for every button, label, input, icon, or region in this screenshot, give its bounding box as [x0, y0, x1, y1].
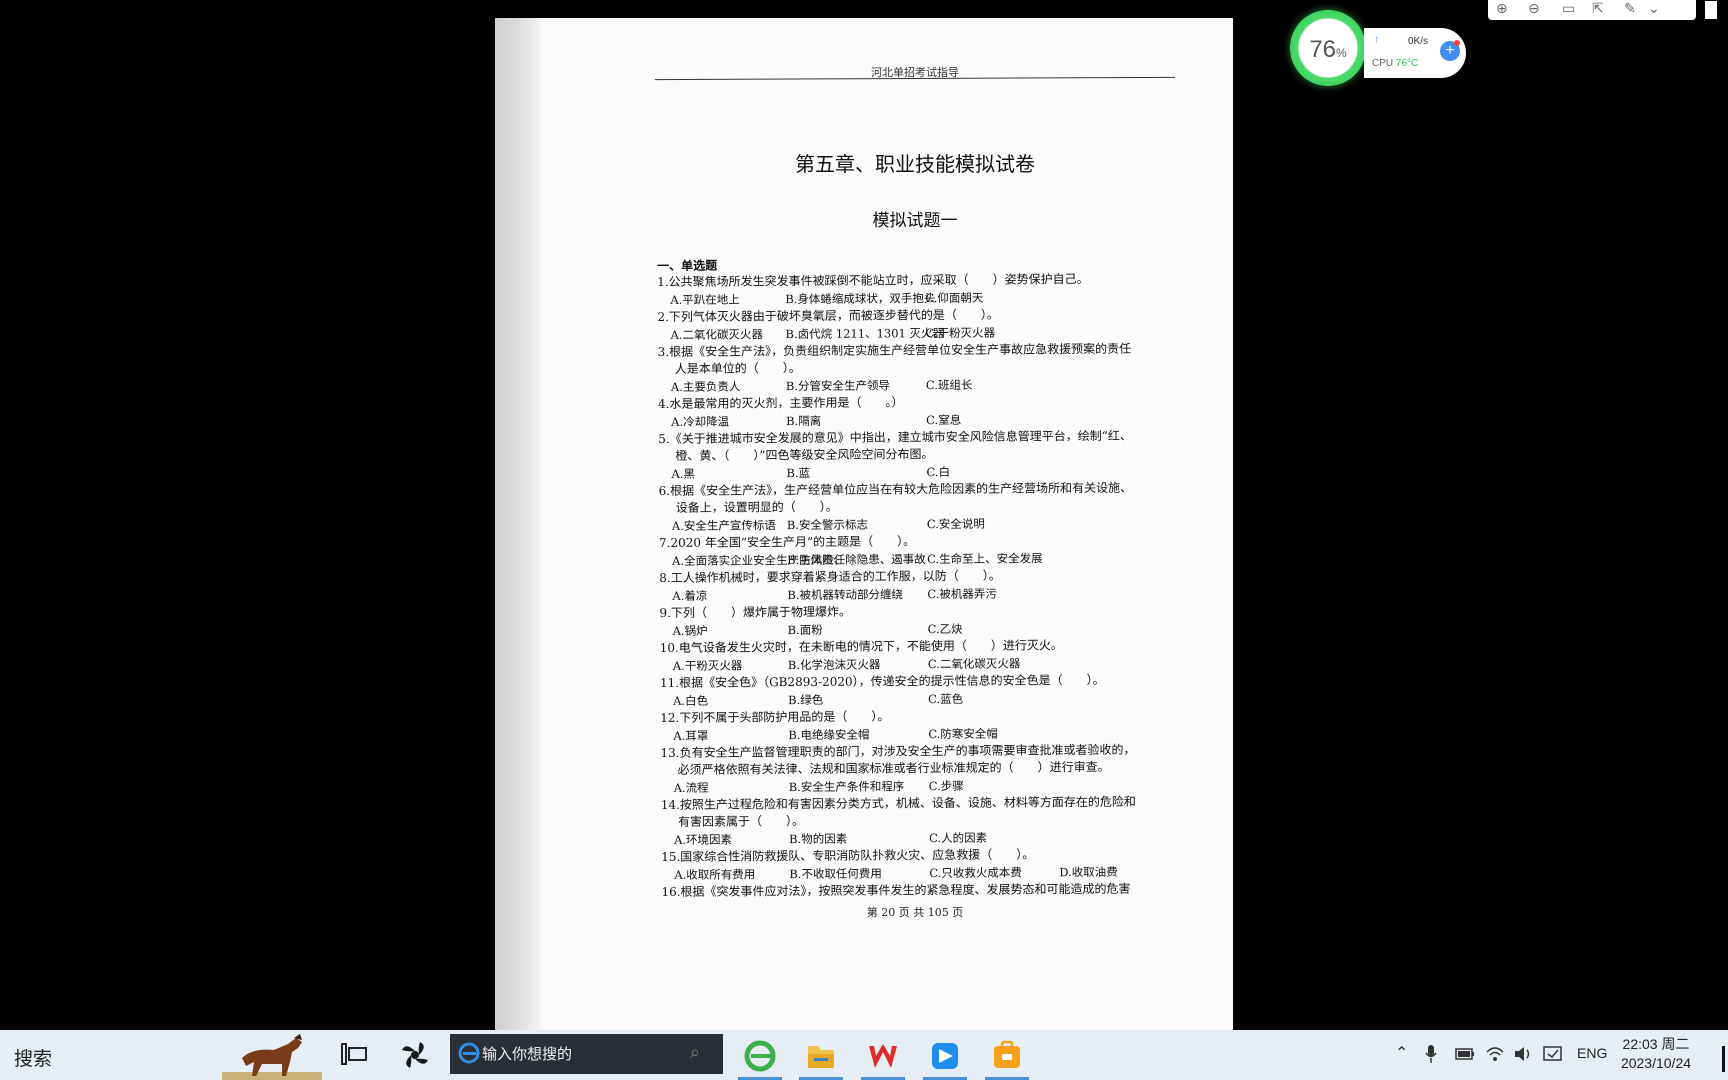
- network-speed: 0K/s: [1408, 36, 1429, 47]
- answer-option: B.物的因素: [789, 831, 848, 847]
- viewer-toolbar: ⊕ ⊖ ▭ ⇱ ✎ ⌄: [1488, 0, 1696, 20]
- cpu-gauge[interactable]: 76%: [1290, 10, 1366, 86]
- answer-option: B.电绝缘安全帽: [788, 727, 870, 743]
- clock-time: 22:03 周二: [1622, 1036, 1690, 1052]
- answer-option: B.卤代烷 1211、1301 灭火器: [785, 325, 945, 342]
- notification-dot: [1454, 40, 1460, 46]
- cpu-usage-value: 76%: [1309, 36, 1347, 63]
- page-footer: 第 20 页 共 105 页: [866, 906, 964, 919]
- fit-page-icon[interactable]: ▭: [1562, 1, 1575, 17]
- answer-option: A.白色: [673, 693, 709, 708]
- battery-icon[interactable]: [1455, 1047, 1475, 1061]
- clock-date: 2023/10/24: [1620, 1055, 1692, 1071]
- chevron-down-icon[interactable]: ⌄: [1648, 1, 1660, 17]
- answer-option: A.着凉: [672, 588, 708, 603]
- answer-option: C.班组长: [925, 377, 973, 393]
- taskbar-app-browser[interactable]: [738, 1036, 782, 1080]
- annotate-pen-icon[interactable]: ✎: [1624, 1, 1636, 17]
- system-clock[interactable]: 22:03 周二 2023/10/24: [1612, 1035, 1700, 1073]
- taskbar-app-feishu[interactable]: [923, 1036, 967, 1080]
- show-desktop-button[interactable]: [1722, 1046, 1725, 1072]
- answer-option: C.窒息: [926, 412, 962, 428]
- answer-option: C.二氧化碳灭火器: [927, 656, 1021, 672]
- answer-option: B.安全生产条件和程序: [788, 779, 905, 795]
- answer-option: C.安全说明: [926, 516, 985, 532]
- answer-option: C.人的因素: [929, 830, 988, 846]
- taskbar-app-store[interactable]: [985, 1036, 1029, 1080]
- store-bag-icon: [994, 1040, 1020, 1068]
- answer-option: B.隔离: [786, 413, 822, 429]
- answer-option: A.锅炉: [672, 623, 708, 638]
- answer-option: C.步骤: [928, 778, 964, 794]
- answer-option: C.乙炔: [927, 621, 963, 637]
- answer-option: A.干粉灭火器: [672, 658, 743, 673]
- taskbar-app-wps[interactable]: [861, 1036, 905, 1080]
- question-list: 一、单选题 1.公共聚焦场所发生突发事件被踩倒不能站立时，应采取（ ）姿势保护自…: [657, 254, 1201, 901]
- answer-option: B.防风险、除隐患、遏事故: [787, 552, 926, 568]
- blue-app-icon: [932, 1043, 958, 1069]
- answer-option: A.平趴在地上: [670, 292, 740, 307]
- answer-option: A.主要负责人: [670, 379, 741, 394]
- answer-option: B.化学泡沫灭火器: [787, 657, 881, 673]
- mouse-cursor-icon: [1704, 0, 1718, 20]
- zoom-out-icon[interactable]: ⊖: [1528, 1, 1540, 17]
- answer-option: B.安全警示标志: [786, 517, 869, 533]
- answer-option: C.生命至上、安全发展: [927, 551, 1043, 567]
- zoom-in-icon[interactable]: ⊕: [1496, 1, 1508, 17]
- answer-option: C.干粉灭火器: [925, 325, 996, 341]
- document-page: 河北单招考试指导 第五章、职业技能模拟试卷 模拟试题一 一、单选题 1.公共聚焦…: [495, 18, 1233, 1030]
- taskbar-search-input[interactable]: 输入你想搜的 ⌕: [450, 1034, 723, 1074]
- question-stem: 16.根据《突发事件应对法》，按照突发事件发生的紧急程度、发展势态和可能造成的危…: [661, 881, 1131, 899]
- answer-option: B.不收取任何费用: [789, 866, 882, 882]
- chapter-title: 第五章、职业技能模拟试卷: [795, 152, 1035, 176]
- answer-option: A.耳罩: [673, 728, 709, 743]
- answer-option: A.流程: [673, 780, 709, 795]
- ime-status-icon[interactable]: [1543, 1045, 1563, 1063]
- scan-shadow: [495, 18, 543, 1030]
- green-browser-icon: [744, 1040, 776, 1072]
- answer-option: B.身体蜷缩成球状，双手抱头: [785, 291, 936, 307]
- task-view-icon[interactable]: [340, 1042, 368, 1066]
- taskbar-app-file-explorer[interactable]: [799, 1036, 843, 1080]
- chevron-up-icon[interactable]: ⌃: [1395, 1043, 1408, 1062]
- export-icon[interactable]: ⇱: [1592, 1, 1604, 17]
- taskbar: 搜索 输入你想搜的 ⌕ ⌃ ENG 22:03 周二 2023/10/24: [0, 1030, 1728, 1080]
- search-placeholder: 输入你想搜的: [482, 1045, 573, 1063]
- answer-option: A.全面落实企业安全生产主体责任: [672, 552, 846, 568]
- answer-option: D.收取油费: [1059, 864, 1118, 880]
- cpu-temp-label: CPU 76°C: [1372, 58, 1419, 69]
- answer-option: A.冷却降温: [671, 414, 730, 429]
- search-icon[interactable]: ⌕: [690, 1042, 700, 1063]
- browser-e-icon: [458, 1042, 480, 1064]
- answer-option: C.被机器弄污: [927, 586, 997, 602]
- wifi-icon[interactable]: [1485, 1045, 1505, 1063]
- search-label[interactable]: 搜索: [14, 1044, 52, 1071]
- network-panel[interactable]: ↑ 0K/s CPU 76°C +: [1364, 28, 1466, 78]
- wps-icon: [869, 1044, 897, 1068]
- answer-option: C.仰面朝天: [925, 290, 984, 306]
- exam-subtitle: 模拟试题一: [872, 211, 958, 231]
- answer-option: B.蓝: [786, 465, 811, 481]
- input-language[interactable]: ENG: [1577, 1045, 1607, 1061]
- volume-icon[interactable]: [1513, 1045, 1533, 1063]
- answer-option: A.环境因素: [674, 832, 733, 847]
- answer-option: C.只收救火成本费: [929, 865, 1022, 881]
- microphone-icon[interactable]: [1425, 1044, 1437, 1064]
- folder-icon: [808, 1046, 834, 1068]
- answer-option: C.蓝色: [928, 691, 964, 707]
- upload-arrow-icon: ↑: [1374, 34, 1379, 45]
- answer-option: A.收取所有费用: [674, 867, 756, 882]
- answer-option: B.分管安全生产领导: [785, 378, 891, 394]
- horse-icon: [222, 1034, 322, 1080]
- answer-option: A.二氧化碳灭火器: [670, 327, 764, 342]
- answer-option: A.黑: [671, 466, 696, 481]
- answer-option: B.绿色: [788, 692, 824, 708]
- pinwheel-app-icon[interactable]: [400, 1040, 430, 1070]
- answer-option: A.安全生产宣传标语: [671, 518, 776, 533]
- answer-option: C.白: [926, 464, 951, 480]
- answer-option: C.防寒安全帽: [928, 726, 998, 742]
- answer-option: B.被机器转动部分缠绕: [787, 587, 904, 603]
- answer-option: B.面粉: [787, 622, 823, 638]
